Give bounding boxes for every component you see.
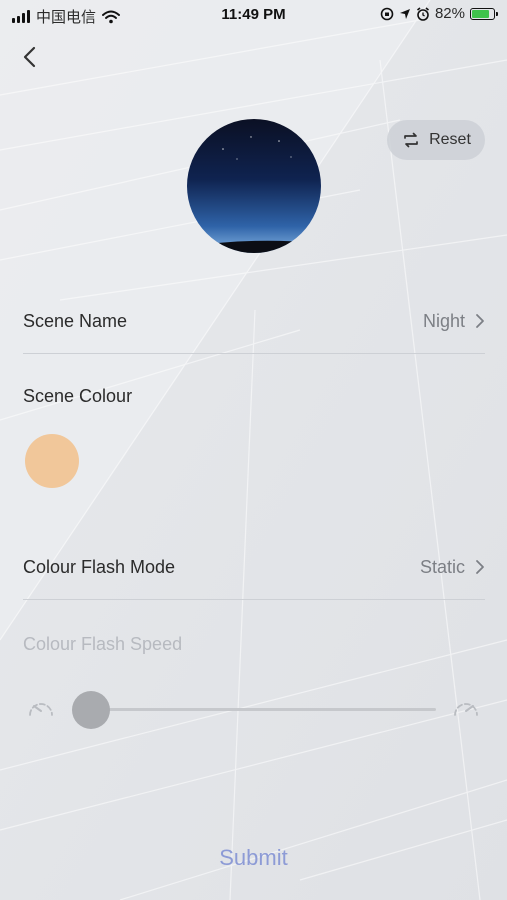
submit-button[interactable]: Submit xyxy=(0,845,507,871)
fast-speed-icon xyxy=(454,703,478,716)
scene-colour-label: Scene Colour xyxy=(23,386,133,406)
scene-name-value: Night xyxy=(422,310,465,331)
chevron-right-icon xyxy=(476,314,484,328)
battery-percent: 82% xyxy=(434,5,465,22)
battery-fill xyxy=(472,9,490,18)
status-bar: 中国电信 11:49 PM 82% xyxy=(0,0,507,30)
colour-flash-mode-label: Colour Flash Mode xyxy=(23,556,176,577)
colour-flash-mode-value: Static xyxy=(419,556,465,577)
divider xyxy=(23,599,485,600)
alarm-icon xyxy=(416,6,429,21)
colour-flash-mode-value-group: Static xyxy=(420,557,485,578)
scene-name-row[interactable]: Scene Name Night xyxy=(23,308,485,334)
lock-rotation-icon xyxy=(380,7,394,20)
flash-speed-slider-track[interactable] xyxy=(90,708,436,711)
refresh-icon xyxy=(404,132,418,148)
back-chevron-icon[interactable] xyxy=(16,42,44,72)
reset-label: Reset xyxy=(429,131,471,148)
scene-name-value-group: Night xyxy=(423,311,485,332)
scene-colour-swatch[interactable] xyxy=(25,434,79,488)
colour-flash-mode-row[interactable]: Colour Flash Mode Static xyxy=(23,554,485,580)
status-right: 82% xyxy=(380,5,498,22)
colour-flash-speed-label: Colour Flash Speed xyxy=(23,634,183,654)
scene-image xyxy=(187,119,321,253)
slow-speed-icon xyxy=(29,703,53,716)
scene-name-label: Scene Name xyxy=(23,310,128,331)
divider xyxy=(23,353,485,354)
location-arrow-icon xyxy=(399,8,410,19)
chevron-right-icon xyxy=(476,560,484,574)
battery-icon xyxy=(470,7,498,20)
reset-button[interactable]: Reset xyxy=(387,120,485,160)
flash-speed-slider-knob[interactable] xyxy=(72,691,110,729)
